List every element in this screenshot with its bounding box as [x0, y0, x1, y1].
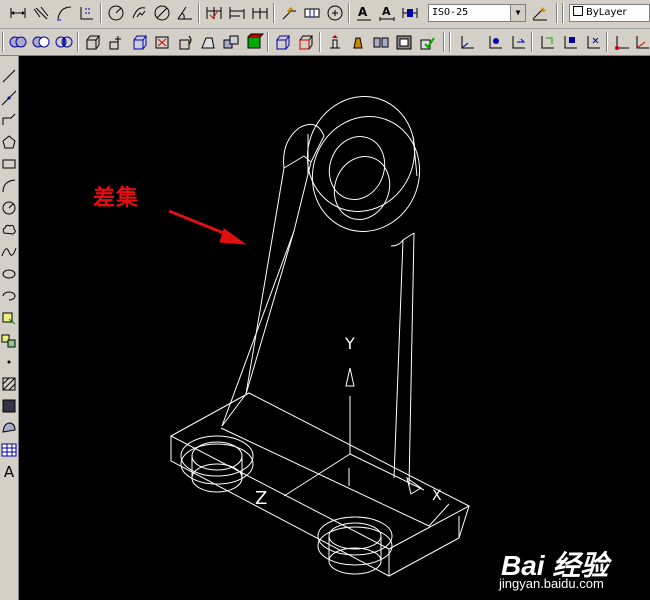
- toolbar-separator: [556, 3, 558, 23]
- color-edges-icon[interactable]: [296, 32, 316, 52]
- polyline-icon[interactable]: [0, 110, 18, 130]
- table-icon[interactable]: [0, 440, 18, 460]
- point-icon[interactable]: [0, 352, 18, 372]
- copy-edges-icon[interactable]: [273, 32, 293, 52]
- union-icon[interactable]: [8, 32, 28, 52]
- toolbar-separator: [531, 32, 533, 52]
- toolbar-separator: [606, 32, 608, 52]
- radius-dimension-icon[interactable]: [106, 3, 126, 23]
- ellipse-icon[interactable]: [0, 264, 18, 284]
- bracket-wireframe-drawing: [168, 96, 471, 577]
- ordinate-dimension-icon[interactable]: [77, 3, 97, 23]
- dimension-style-manager-icon[interactable]: [530, 3, 550, 23]
- baidu-watermark: Bai 经验 jingyan.baidu.com: [489, 536, 649, 598]
- continue-dimension-icon[interactable]: [250, 3, 270, 23]
- arc-icon[interactable]: [0, 176, 18, 196]
- chevron-down-icon[interactable]: ▼: [510, 5, 525, 21]
- ucs-y-label: Y: [345, 334, 355, 353]
- ucs-origin-icon[interactable]: [612, 32, 632, 52]
- clean-icon[interactable]: [348, 32, 368, 52]
- modeling-toolbar: [0, 29, 650, 56]
- ucs-z-label: Z: [255, 488, 268, 509]
- angular-dimension-icon[interactable]: [175, 3, 195, 23]
- rotate-faces-icon[interactable]: [175, 32, 195, 52]
- arc-length-icon[interactable]: [54, 3, 74, 23]
- center-mark-icon[interactable]: [325, 3, 345, 23]
- region-icon[interactable]: [0, 418, 18, 438]
- tolerance-icon[interactable]: [302, 3, 322, 23]
- ucs-view-icon[interactable]: [583, 32, 603, 52]
- toolbar-separator: [2, 32, 4, 52]
- ucs-zaxis-icon[interactable]: [632, 32, 650, 52]
- taper-faces-icon[interactable]: [198, 32, 218, 52]
- svg-text:A: A: [358, 5, 368, 19]
- toolbar-separator: [273, 3, 275, 23]
- svg-text:A: A: [382, 5, 391, 18]
- line-icon[interactable]: [0, 66, 18, 86]
- toolbar-separator: [348, 3, 350, 23]
- quick-dimension-icon[interactable]: [204, 3, 224, 23]
- dimension-style-combo[interactable]: ISO-25 ▼: [428, 4, 526, 22]
- diameter-dimension-icon[interactable]: [152, 3, 172, 23]
- jogged-dimension-icon[interactable]: [129, 3, 149, 23]
- linear-dimension-icon[interactable]: [8, 3, 28, 23]
- toolbar-separator: [562, 3, 564, 23]
- dimension-update-icon[interactable]: [400, 3, 420, 23]
- subtract-icon[interactable]: [31, 32, 51, 52]
- dimension-edit-icon[interactable]: A: [354, 3, 374, 23]
- ucs-face-icon[interactable]: [537, 32, 557, 52]
- polygon-icon[interactable]: [0, 132, 18, 152]
- draw-toolbar: A: [0, 56, 19, 600]
- watermark-url: jingyan.baidu.com: [499, 576, 604, 591]
- rectangle-icon[interactable]: [0, 154, 18, 174]
- dimension-text-edit-icon[interactable]: A: [377, 3, 397, 23]
- layer-combo[interactable]: ByLayer: [569, 4, 650, 22]
- toolbar-separator: [198, 3, 200, 23]
- ucs-world-icon[interactable]: [485, 32, 505, 52]
- extrude-faces-icon[interactable]: [83, 32, 103, 52]
- ucs-x-label: X: [432, 488, 442, 504]
- toolbar-separator: [77, 32, 79, 52]
- multiline-text-tool[interactable]: A: [0, 462, 18, 482]
- toolbar-separator: [267, 32, 269, 52]
- revision-cloud-icon[interactable]: [0, 220, 18, 240]
- color-faces-icon[interactable]: [244, 32, 264, 52]
- layer-color-swatch: [573, 6, 583, 16]
- annotation-label: 差集: [93, 185, 140, 211]
- make-block-icon[interactable]: [0, 330, 18, 350]
- toolbar-separator: [443, 32, 445, 52]
- toolbar-separator: [319, 32, 321, 52]
- check-icon[interactable]: [417, 32, 437, 52]
- dimension-style-value: ISO-25: [432, 7, 469, 18]
- toolbar-separator: [100, 3, 102, 23]
- toolbar-separator: [449, 32, 451, 52]
- ellipse-arc-icon[interactable]: [0, 286, 18, 306]
- spline-icon[interactable]: [0, 242, 18, 262]
- separate-icon[interactable]: [371, 32, 391, 52]
- quick-leader-icon[interactable]: [279, 3, 299, 23]
- copy-faces-icon[interactable]: [221, 32, 241, 52]
- construction-line-icon[interactable]: [0, 88, 18, 108]
- ucs-previous-icon[interactable]: [508, 32, 528, 52]
- baseline-dimension-icon[interactable]: [227, 3, 247, 23]
- delete-faces-icon[interactable]: [152, 32, 172, 52]
- circle-icon[interactable]: [0, 198, 18, 218]
- gradient-icon[interactable]: [0, 396, 18, 416]
- shell-icon[interactable]: [394, 32, 414, 52]
- dimension-toolbar: A A ISO-25 ▼ ByLayer: [0, 0, 650, 29]
- aligned-dimension-icon[interactable]: [31, 3, 51, 23]
- insert-block-icon[interactable]: [0, 308, 18, 328]
- ucs-icon[interactable]: [457, 32, 477, 52]
- drawing-canvas[interactable]: 差集 Y Z X Bai 经验 jingyan.baidu.com: [19, 56, 650, 600]
- offset-faces-icon[interactable]: [129, 32, 149, 52]
- move-faces-icon[interactable]: [106, 32, 126, 52]
- hatch-icon[interactable]: [0, 374, 18, 394]
- ucs-object-icon[interactable]: [560, 32, 580, 52]
- layer-combo-value: ByLayer: [586, 7, 627, 18]
- imprint-icon[interactable]: [325, 32, 345, 52]
- intersect-icon[interactable]: [54, 32, 74, 52]
